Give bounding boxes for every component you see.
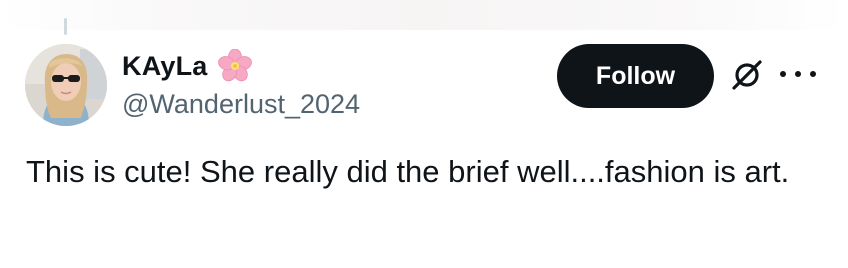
avatar[interactable] [25,44,107,126]
more-dot [795,71,801,77]
author-display-name[interactable]: KAyLa [122,51,208,82]
tweet-text: This is cute! She really did the brief w… [26,154,790,189]
author-name-row: KAyLa [122,46,252,86]
previous-tweet-fade [0,0,848,30]
follow-button[interactable]: Follow [557,44,714,108]
more-dot [780,71,786,77]
author-handle[interactable]: @Wanderlust_2024 [122,89,360,120]
thread-connector-line [64,18,67,35]
more-options-icon[interactable] [780,62,816,86]
cherry-blossom-icon [217,48,252,83]
grok-slash-circle-icon[interactable] [728,56,766,94]
more-dot [810,71,816,77]
avatar-photo [25,44,107,126]
